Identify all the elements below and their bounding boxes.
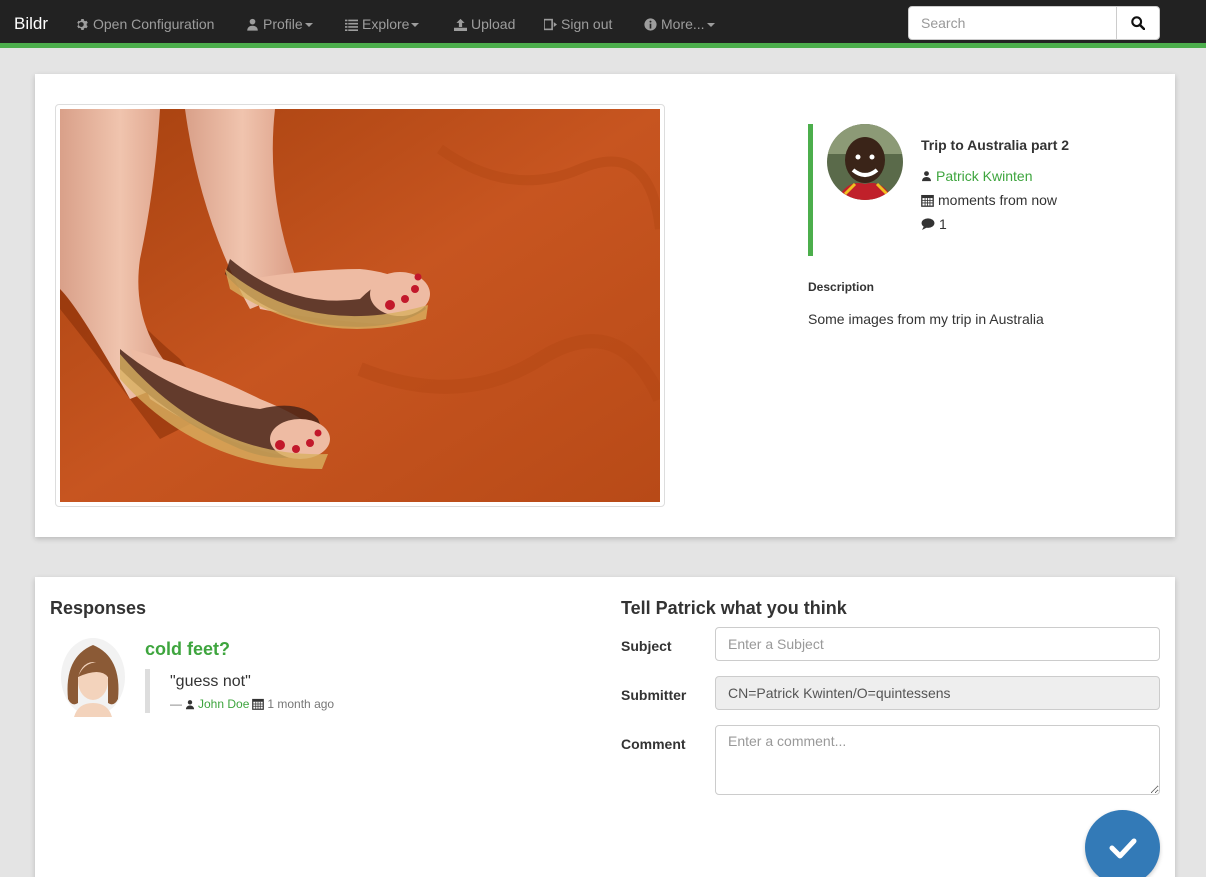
photo-date: moments from now	[938, 192, 1058, 208]
user-icon	[922, 171, 931, 182]
description-text: Some images from my trip in Australia	[808, 311, 1044, 327]
submitter-field	[715, 676, 1160, 710]
chevron-down-icon	[706, 23, 715, 27]
nav-upload-label: Upload	[471, 16, 516, 32]
nav-profile-label: Profile	[263, 16, 303, 32]
upload-icon	[454, 18, 467, 31]
response-quote: "guess not" — John Doe 1 month ago	[145, 669, 445, 713]
nav-sign-out-label: Sign out	[561, 16, 613, 32]
photo-frame	[55, 104, 665, 507]
search-button[interactable]	[1116, 7, 1159, 39]
search-box	[908, 6, 1160, 40]
response-text: "guess not"	[170, 673, 251, 690]
nav-more-label: More...	[661, 16, 705, 32]
user-icon	[185, 699, 195, 709]
comment-label: Comment	[621, 736, 686, 752]
gear-icon	[77, 18, 88, 30]
search-input[interactable]	[909, 7, 1116, 39]
response-dash: —	[170, 697, 182, 711]
submitter-label: Submitter	[621, 687, 687, 703]
calendar-icon	[921, 194, 934, 207]
date-line: moments from now	[921, 192, 1057, 208]
comment-textarea[interactable]	[715, 725, 1160, 795]
comment-count: 1	[939, 216, 947, 232]
response-title[interactable]: cold feet?	[145, 639, 230, 660]
nav-explore[interactable]: Explore	[345, 16, 420, 32]
nav-open-configuration[interactable]: Open Configuration	[76, 16, 214, 32]
checkmark-icon	[1109, 838, 1136, 858]
navbar: Bildr Open Configuration Profile Explore…	[0, 0, 1206, 48]
chevron-down-icon	[304, 23, 313, 27]
chevron-down-icon	[411, 23, 420, 27]
comment-form-heading: Tell Patrick what you think	[621, 598, 847, 618]
responses-panel: Responses cold feet? "guess not" — John …	[35, 577, 1175, 877]
brand-link[interactable]: Bildr	[14, 14, 48, 34]
nav-open-configuration-label: Open Configuration	[93, 16, 215, 32]
description-label: Description	[808, 280, 875, 294]
nav-explore-label: Explore	[362, 16, 410, 32]
comment-icon	[921, 218, 935, 230]
main-photo[interactable]	[60, 109, 660, 502]
response-author-link[interactable]: John Doe	[198, 697, 249, 711]
photo-panel: Trip to Australia part 2 Patrick Kwinten…	[35, 74, 1175, 537]
photo-info-card: Trip to Australia part 2 Patrick Kwinten…	[808, 124, 1148, 256]
author-avatar[interactable]	[827, 124, 903, 200]
nav-upload[interactable]: Upload	[454, 16, 515, 32]
calendar-icon	[252, 698, 265, 710]
nav-profile[interactable]: Profile	[246, 16, 313, 32]
list-icon	[345, 19, 358, 31]
subject-label: Subject	[621, 638, 672, 654]
response-time: 1 month ago	[267, 697, 335, 711]
sign-out-icon	[544, 18, 557, 30]
photo-title: Trip to Australia part 2	[921, 137, 1070, 153]
comment-count-line: 1	[921, 216, 947, 232]
info-icon	[644, 17, 657, 31]
response-footer: — John Doe 1 month ago	[170, 697, 334, 711]
user-icon	[247, 18, 258, 31]
nav-sign-out[interactable]: Sign out	[544, 16, 612, 32]
nav-more[interactable]: More...	[644, 16, 715, 32]
responses-heading: Responses	[50, 598, 147, 618]
search-icon	[1131, 16, 1145, 30]
response-avatar	[60, 637, 126, 717]
author-link[interactable]: Patrick Kwinten	[936, 168, 1032, 184]
submit-button[interactable]	[1085, 810, 1160, 877]
subject-input[interactable]	[715, 627, 1160, 661]
author-line: Patrick Kwinten	[921, 168, 1032, 184]
